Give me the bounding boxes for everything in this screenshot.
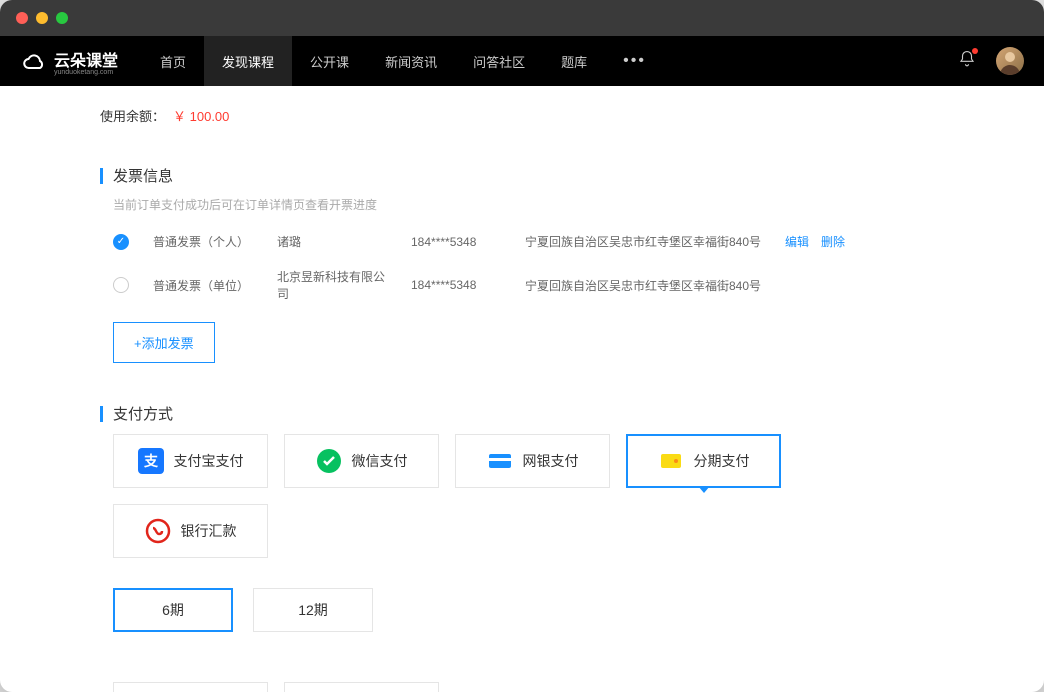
pay-label: 银行汇款 [181, 521, 237, 541]
logo-text: 云朵课堂 [54, 47, 118, 71]
nav-items: 首页 发现课程 公开课 新闻资讯 问答社区 题库 ••• [142, 36, 664, 86]
cloud-logo-icon [20, 47, 48, 75]
notifications-button[interactable] [958, 50, 976, 73]
invoice-phone: 184****5348 [411, 278, 501, 292]
invoice-edit-link[interactable]: 编辑 [785, 233, 809, 250]
nav-discover-courses[interactable]: 发现课程 [204, 36, 292, 86]
close-window-button[interactable] [16, 12, 28, 24]
invoice-radio[interactable] [113, 277, 129, 293]
nav-news[interactable]: 新闻资讯 [367, 36, 455, 86]
invoice-name: 北京昱新科技有限公司 [277, 268, 387, 302]
invoice-type: 普通发票（个人） [153, 233, 253, 250]
payment-methods: 支 支付宝支付 微信支付 网银支付 分期支付 [100, 434, 944, 558]
notification-dot [972, 48, 978, 54]
invoice-type: 普通发票（单位） [153, 277, 253, 294]
pay-netbank[interactable]: 网银支付 [455, 434, 610, 488]
pay-label: 网银支付 [523, 451, 579, 471]
invoice-address: 宁夏回族自治区吴忠市红寺堡区幸福街840号 [525, 233, 761, 250]
invoice-name: 诸璐 [277, 233, 387, 250]
invoice-section-title: 发票信息 [100, 165, 944, 186]
nav-more-icon[interactable]: ••• [605, 36, 664, 86]
transfer-wechat[interactable]: 微信个人转账 [284, 682, 439, 692]
period-12[interactable]: 12期 [253, 588, 373, 632]
transfer-alipay[interactable]: 支付宝个人转账 [113, 682, 268, 692]
window-titlebar [0, 0, 1044, 36]
balance-amount: ￥ 100.00 [173, 106, 229, 125]
invoice-row: 普通发票（个人） 诸璐 184****5348 宁夏回族自治区吴忠市红寺堡区幸福… [113, 233, 944, 250]
pay-label: 微信支付 [352, 451, 408, 471]
invoice-address: 宁夏回族自治区吴忠市红寺堡区幸福街840号 [525, 277, 761, 294]
installment-periods: 6期 12期 [100, 588, 944, 632]
pay-alipay[interactable]: 支 支付宝支付 [113, 434, 268, 488]
pay-label: 支付宝支付 [174, 451, 244, 471]
logo-subtitle: yunduoketang.com [54, 69, 118, 76]
logo[interactable]: 云朵课堂 yunduoketang.com [20, 47, 118, 76]
add-invoice-button[interactable]: +添加发票 [113, 322, 215, 363]
wallet-icon [658, 448, 684, 474]
transfer-options: 支付宝个人转账 微信个人转账 [100, 682, 944, 692]
user-avatar[interactable] [996, 47, 1024, 75]
invoice-row: 普通发票（单位） 北京昱新科技有限公司 184****5348 宁夏回族自治区吴… [113, 268, 944, 302]
top-nav: 云朵课堂 yunduoketang.com 首页 发现课程 公开课 新闻资讯 问… [0, 36, 1044, 86]
wechat-icon [316, 448, 342, 474]
minimize-window-button[interactable] [36, 12, 48, 24]
payment-section-title: 支付方式 [100, 403, 944, 424]
main-content: 使用余额： ￥ 100.00 发票信息 当前订单支付成功后可在订单详情页查看开票… [0, 86, 1044, 692]
remittance-icon [145, 518, 171, 544]
pay-remittance[interactable]: 银行汇款 [113, 504, 268, 558]
netbank-icon [487, 448, 513, 474]
nav-home[interactable]: 首页 [142, 36, 204, 86]
alipay-icon: 支 [138, 448, 164, 474]
invoice-delete-link[interactable]: 删除 [821, 233, 845, 250]
invoice-phone: 184****5348 [411, 235, 501, 249]
balance-row: 使用余额： ￥ 100.00 [100, 106, 944, 125]
pay-label: 分期支付 [694, 451, 750, 471]
svg-text:支: 支 [143, 453, 159, 469]
pay-installment[interactable]: 分期支付 [626, 434, 781, 488]
invoice-list: 普通发票（个人） 诸璐 184****5348 宁夏回族自治区吴忠市红寺堡区幸福… [100, 233, 944, 302]
invoice-section-subtitle: 当前订单支付成功后可在订单详情页查看开票进度 [100, 196, 944, 213]
period-6[interactable]: 6期 [113, 588, 233, 632]
nav-question-bank[interactable]: 题库 [543, 36, 605, 86]
balance-label: 使用余额： [100, 106, 165, 125]
maximize-window-button[interactable] [56, 12, 68, 24]
nav-open-courses[interactable]: 公开课 [292, 36, 367, 86]
invoice-radio[interactable] [113, 234, 129, 250]
pay-wechat[interactable]: 微信支付 [284, 434, 439, 488]
nav-community[interactable]: 问答社区 [455, 36, 543, 86]
